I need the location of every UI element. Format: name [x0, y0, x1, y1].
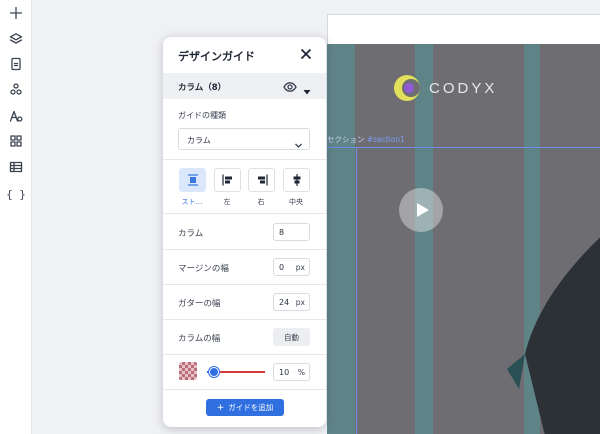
left-toolbar: { }	[0, 0, 32, 434]
divider	[163, 284, 326, 285]
decorative-shape	[507, 237, 600, 434]
typography-button[interactable]	[4, 104, 28, 128]
eye-icon	[283, 82, 297, 92]
section-selection-outline	[327, 147, 600, 148]
page-header-strip[interactable]	[327, 14, 600, 44]
table-icon	[9, 161, 23, 173]
align-left-button[interactable]	[214, 168, 241, 192]
layers-button[interactable]	[4, 27, 28, 51]
gutter-unit: px	[295, 298, 305, 307]
opacity-input[interactable]: 10 %	[273, 363, 310, 381]
page-icon	[11, 57, 21, 71]
layers-icon	[9, 33, 23, 44]
guide-section-title: カラム（8）	[178, 83, 227, 93]
guide-column	[327, 44, 355, 434]
guide-section-header[interactable]: カラム（8）	[163, 73, 326, 99]
pages-button[interactable]	[4, 52, 28, 76]
add-element-button[interactable]	[4, 1, 28, 25]
align-left-label: 左	[223, 198, 231, 206]
section-id: #section1	[366, 135, 405, 144]
left-align-icon	[221, 174, 232, 186]
page-frame[interactable]: CODYX セクション #section1	[327, 44, 600, 434]
align-center-button[interactable]	[283, 168, 310, 192]
close-button[interactable]	[298, 46, 314, 62]
align-stretch-label: スト…	[181, 198, 203, 206]
align-center-label: 中央	[289, 198, 303, 206]
panel-title: デザインガイド	[178, 50, 255, 63]
code-braces-icon: { }	[6, 187, 26, 201]
opacity-unit: %	[297, 368, 305, 377]
play-icon	[416, 203, 429, 217]
section-label: セクション #section1	[327, 134, 405, 145]
margin-label: マージンの幅	[178, 264, 229, 274]
opacity-slider-handle[interactable]	[209, 367, 219, 377]
divider	[163, 319, 326, 320]
components-button[interactable]	[4, 77, 28, 101]
collapse-toggle[interactable]	[303, 81, 313, 95]
add-guide-button[interactable]: + ガイドを追加	[206, 399, 284, 416]
code-button[interactable]: { }	[4, 182, 28, 206]
logo-text: CODYX	[429, 79, 498, 97]
close-icon	[300, 48, 312, 60]
margin-input[interactable]: 0 px	[273, 258, 310, 276]
guide-type-select[interactable]: カラム	[178, 128, 310, 150]
divider	[163, 354, 326, 355]
gutter-value: 24	[279, 298, 290, 307]
video-play-button[interactable]	[399, 188, 443, 232]
columns-label: カラム	[178, 229, 204, 239]
section-label-text: セクション	[327, 135, 365, 144]
column-width-value: 自動	[284, 333, 299, 342]
right-align-icon	[257, 174, 268, 186]
apps-button[interactable]	[4, 129, 28, 153]
chevron-down-icon	[294, 135, 303, 148]
divider	[163, 249, 326, 250]
stretch-align-icon	[187, 174, 198, 186]
plus-icon	[9, 6, 23, 20]
caret-down-icon	[303, 90, 311, 95]
align-right-button[interactable]	[248, 168, 275, 192]
brand-logo[interactable]: CODYX	[391, 72, 497, 104]
opacity-slider-track[interactable]	[213, 371, 265, 373]
divider	[163, 213, 326, 214]
margin-value: 0	[279, 263, 285, 272]
divider	[163, 389, 326, 390]
column-width-label: カラムの幅	[178, 334, 221, 344]
opacity-value: 10	[279, 368, 290, 377]
margin-unit: px	[295, 263, 305, 272]
logo-mark-icon	[394, 75, 420, 101]
divider	[163, 159, 326, 160]
components-icon	[10, 83, 22, 95]
plus-icon: +	[216, 402, 225, 413]
guide-color-swatch[interactable]	[179, 362, 197, 380]
panel-header: デザインガイド	[163, 37, 326, 73]
center-align-icon	[293, 174, 300, 186]
gutter-label: ガターの幅	[178, 299, 221, 309]
section-selection-edge	[356, 147, 357, 434]
align-stretch-button[interactable]	[179, 168, 206, 192]
columns-input[interactable]: 8	[273, 223, 310, 241]
table-button[interactable]	[4, 155, 28, 179]
grid-icon	[10, 135, 22, 147]
add-guide-label: ガイドを追加	[228, 403, 274, 412]
font-icon	[9, 110, 23, 122]
align-right-label: 右	[257, 198, 265, 206]
design-guide-panel: デザインガイド カラム（8） ガイドの種類 カラム スト… 左 右 中央 カラム…	[163, 37, 326, 427]
guide-type-value: カラム	[187, 136, 211, 145]
guide-type-label: ガイドの種類	[178, 111, 226, 120]
visibility-toggle[interactable]	[283, 79, 297, 93]
column-width-field[interactable]: 自動	[273, 328, 310, 346]
gutter-input[interactable]: 24 px	[273, 293, 310, 311]
columns-value: 8	[279, 228, 285, 237]
